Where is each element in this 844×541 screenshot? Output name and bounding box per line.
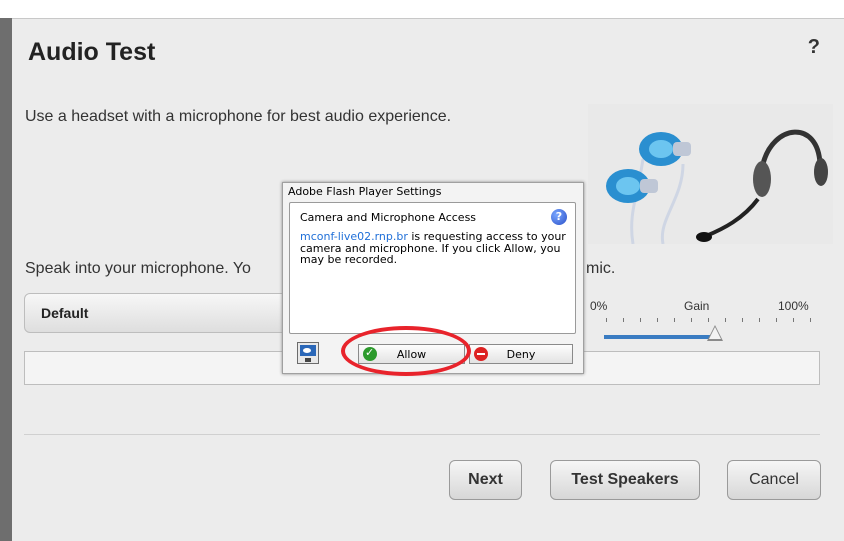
gain-label: Gain [684,299,710,313]
camera-privacy-icon[interactable] [297,342,319,364]
deny-label: Deny [506,348,536,361]
flash-message: mconf-live02.rnp.br is requesting access… [300,231,570,266]
gain-slider-track[interactable] [604,335,716,339]
test-speakers-button[interactable]: Test Speakers [550,460,700,500]
next-button[interactable]: Next [449,460,522,500]
annotation-circle [341,326,471,376]
gain-max-label: 100% [778,299,809,313]
deny-button[interactable]: Deny [469,344,573,364]
gain-min-label: 0% [590,299,608,313]
microphone-select-value: Default [41,305,89,321]
help-icon[interactable]: ? [808,36,820,59]
flash-heading: Camera and Microphone Access [300,211,477,224]
top-bar [0,0,844,18]
flash-help-icon[interactable]: ? [551,209,567,225]
cancel-button[interactable]: Cancel [727,460,821,500]
headset-image [588,104,833,245]
gain-ticks [606,318,816,324]
flash-message-panel: Camera and Microphone Access ? mconf-liv… [289,202,576,334]
flash-dialog-title: Adobe Flash Player Settings [288,185,442,198]
headset-recommendation: Use a headset with a microphone for best… [25,108,452,125]
page-title: Audio Test [28,38,156,66]
background-overlay [0,18,12,541]
gain-slider-thumb[interactable] [707,325,724,341]
divider [24,434,820,435]
